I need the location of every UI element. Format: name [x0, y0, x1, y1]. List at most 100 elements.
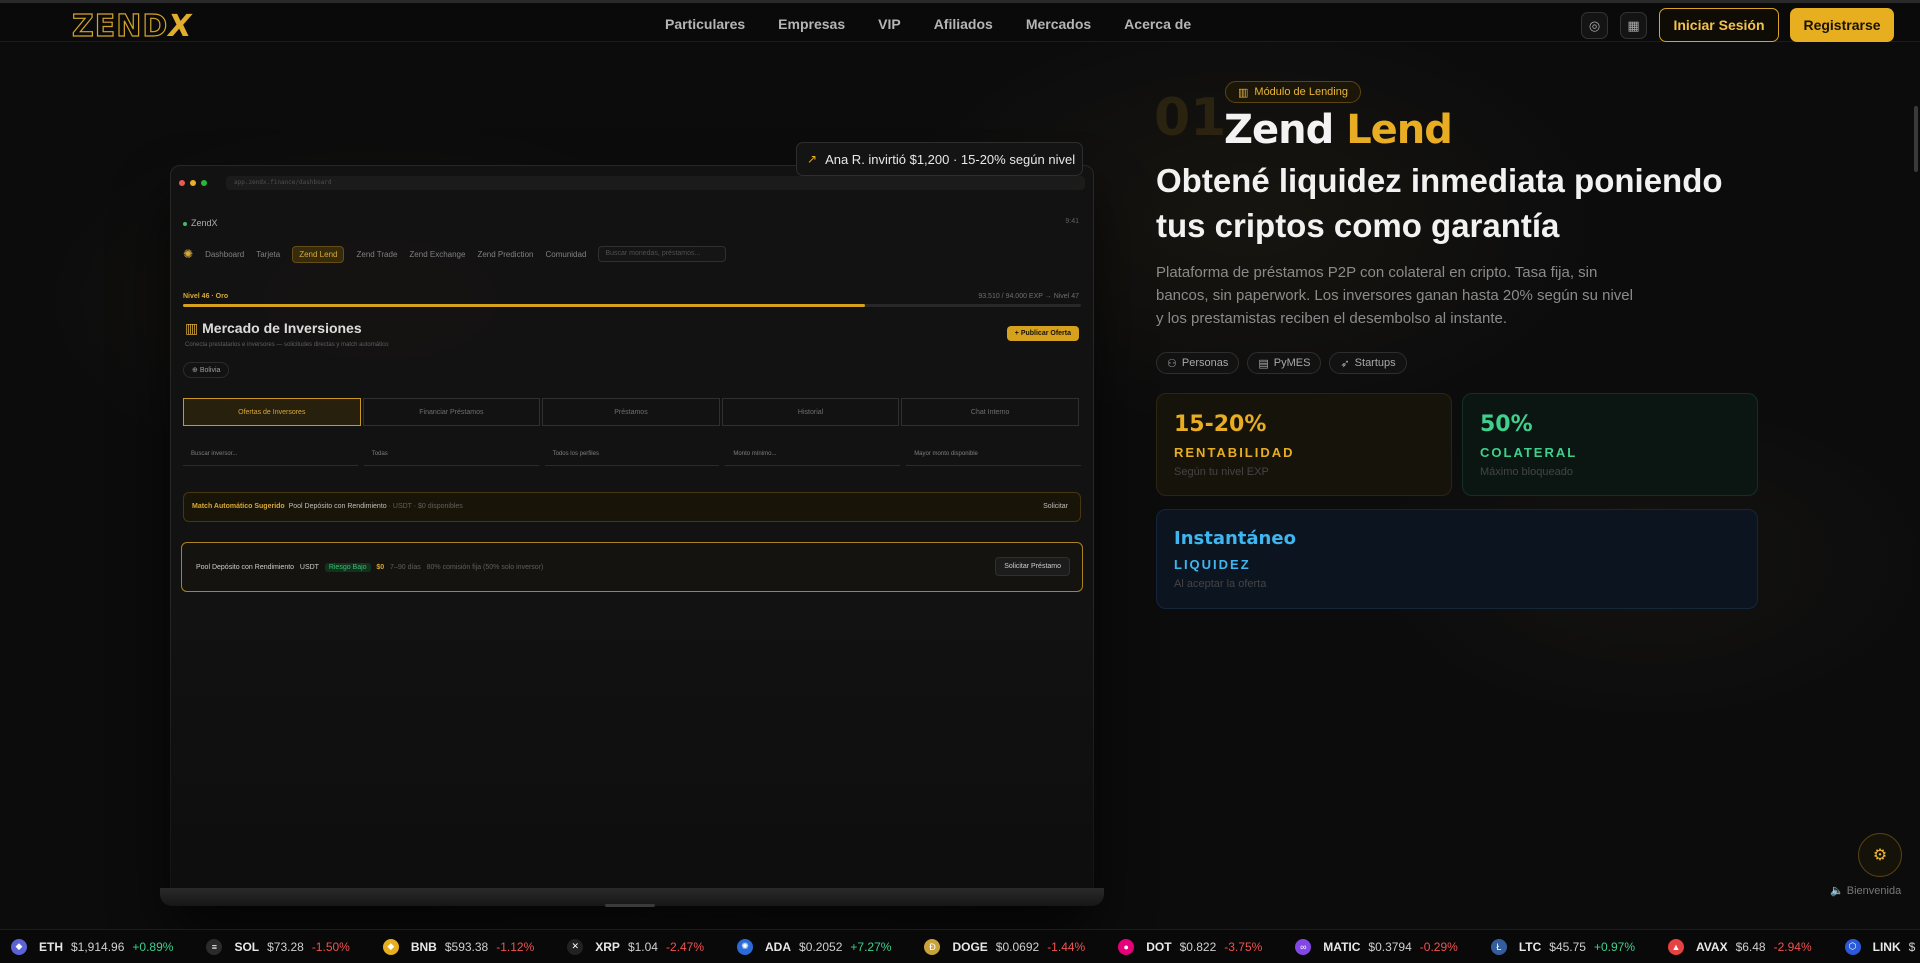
mock-brand: ZendX [183, 218, 218, 228]
top-navbar: ZENDX Particulares Empresas VIP Afiliado… [0, 0, 1920, 45]
ticker-item-bnb[interactable]: ◆ BNB $593.38 -1.12% [382, 938, 535, 955]
mock-nav-zend-lend: Zend Lend [292, 245, 345, 263]
stat-card-liquidez: Instantáneo LIQUIDEZ Al aceptar la ofert… [1156, 509, 1758, 609]
nav-mercados[interactable]: Mercados [1026, 16, 1091, 32]
ticker-symbol: ADA [765, 939, 792, 954]
ticker-price: $1,914.96 [71, 939, 125, 954]
ticker-item-doge[interactable]: Ð DOGE $0.0692 -1.44% [924, 938, 1085, 955]
globe-icon[interactable]: ◎ [1581, 12, 1608, 39]
ticker-price: $45.75 [1549, 939, 1586, 954]
minimize-dot-icon [190, 180, 196, 186]
ticker-symbol: ETH [39, 939, 63, 954]
mock-nav-zend-prediction: Zend Prediction [477, 249, 534, 259]
chip-startups[interactable]: ➶ Startups [1329, 352, 1407, 374]
ticker-item-avax[interactable]: ▲ AVAX $6.48 -2.94% [1668, 938, 1812, 955]
mock-tabs: Ofertas de Inversores Financiar Préstamo… [183, 398, 1081, 426]
ticker-change: +0.97% [1593, 939, 1636, 954]
ticker-item-ada[interactable]: ✺ ADA $0.2052 +7.27% [737, 938, 891, 955]
mock-tab: Historial [721, 398, 900, 426]
ticker-item-matic[interactable]: ∞ MATIC $0.3794 -0.29% [1295, 938, 1458, 955]
ticker-price: $6.48 [1735, 939, 1766, 954]
ticker-item-ltc[interactable]: Ł LTC $45.75 +0.97% [1490, 938, 1636, 955]
mock-filters: Buscar inversor... Todas Todos los perfi… [183, 446, 1081, 466]
ticker-symbol: SOL [234, 939, 260, 954]
mock-nav-zend-exchange: Zend Exchange [409, 249, 466, 259]
qr-icon[interactable]: ▦ [1620, 12, 1647, 39]
ticker-item-dot[interactable]: ● DOT $0.822 -3.75% [1118, 938, 1262, 955]
nav-acerca-de[interactable]: Acerca de [1124, 16, 1191, 32]
assistant-bot-button[interactable]: ⚙ [1858, 833, 1902, 877]
register-button[interactable]: Registrarse [1790, 8, 1894, 42]
ticker-price: $593.38 [444, 939, 489, 954]
mock-filter: Todas [363, 446, 539, 466]
ticker-price: $0.822 [1179, 939, 1217, 954]
stat-sub: Al aceptar la oferta [1174, 578, 1267, 590]
bank-icon: ▥ [185, 320, 199, 336]
ticker-change: -1.12% [496, 939, 535, 954]
bank-icon: ▥ [1238, 86, 1249, 99]
nav-particulares[interactable]: Particulares [665, 16, 745, 32]
ticker-price: $0.0692 [995, 939, 1040, 954]
stat-value: 50% [1480, 412, 1533, 437]
nav-vip[interactable]: VIP [878, 16, 901, 32]
mock-search: Buscar monedas, préstamos... [598, 246, 727, 262]
nav-afiliados[interactable]: Afiliados [934, 16, 993, 32]
ticker-symbol: AVAX [1696, 939, 1728, 954]
chip-pymes[interactable]: ▤ PyMES [1247, 352, 1322, 374]
mock-filter: Todos los perfiles [544, 446, 720, 466]
page-scrollbar[interactable] [1914, 106, 1918, 172]
ticker-item-xrp[interactable]: ✕ XRP $1.04 -2.47% [567, 938, 704, 955]
chip-personas[interactable]: ⚇ Personas [1156, 352, 1240, 374]
mock-level-progress: 93.510 / 94.000 EXP → Nivel 47 [978, 293, 1079, 300]
doge-coin-icon: Ð [924, 938, 941, 955]
mock-nav-dashboard: Dashboard [205, 249, 245, 259]
hero-headline: Obtené liquidez inmediata poniendo tus c… [1156, 162, 1723, 244]
zendx-logo[interactable]: ZENDX [71, 8, 192, 44]
ticker-symbol: LINK [1872, 939, 1901, 954]
ticker-change: -0.29% [1419, 939, 1458, 954]
mock-level-bar-fill [183, 304, 866, 307]
mock-tab: Ofertas de Inversores [183, 398, 361, 426]
mock-nav: ✺ Dashboard Tarjeta Zend Lend Zend Trade… [183, 244, 1081, 264]
ticker-item-eth[interactable]: ◆ ETH $1,914.96 +0.89% [11, 938, 173, 955]
ticker-item-link[interactable]: ⬡ LINK $ [1844, 938, 1920, 955]
ticker-price: $ [1908, 939, 1916, 954]
login-button[interactable]: Iniciar Sesión [1659, 8, 1779, 42]
maximize-dot-icon [201, 180, 207, 186]
ticker-symbol: DOGE [952, 939, 988, 954]
ltc-coin-icon: Ł [1490, 938, 1507, 955]
dot-coin-icon: ● [1118, 938, 1135, 955]
toast-text: Ana R. invirtió $1,200 · 15-20% según ni… [825, 151, 1076, 167]
mock-nav-zend-trade: Zend Trade [356, 249, 398, 259]
mock-filter: Buscar inversor... [183, 446, 358, 466]
nav-empresas[interactable]: Empresas [778, 16, 845, 32]
mock-level-bar [183, 304, 1081, 307]
eth-coin-icon: ◆ [11, 938, 27, 955]
mock-publish-button: + Publicar Oferta [1006, 326, 1079, 341]
mock-tab: Préstamos [542, 398, 720, 426]
ticker-symbol: MATIC [1323, 939, 1361, 954]
ticker-symbol: DOT [1146, 939, 1172, 954]
mock-title: ▥ Mercado de Inversiones [185, 320, 362, 336]
ticker-symbol: XRP [595, 939, 620, 954]
stat-sub: Máximo bloqueado [1480, 466, 1573, 478]
rocket-icon: ➶ [1340, 357, 1350, 370]
link-coin-icon: ⬡ [1844, 938, 1861, 955]
audience-chips: ⚇ Personas ▤ PyMES ➶ Startups [1156, 352, 1407, 374]
stat-value: Instantáneo [1174, 528, 1296, 549]
mock-nav-tarjeta: Tarjeta [256, 249, 281, 259]
hero-description: Plataforma de préstamos P2P con colatera… [1156, 264, 1633, 327]
ticker-symbol: BNB [410, 939, 437, 954]
sol-coin-icon: ≡ [206, 938, 223, 955]
ticker-price: $0.2052 [799, 939, 843, 954]
xrp-coin-icon: ✕ [567, 938, 584, 955]
section-index: 01 [1154, 88, 1227, 148]
ticker-item-sol[interactable]: ≡ SOL $73.28 -1.50% [206, 938, 350, 955]
stat-value: 15-20% [1174, 412, 1267, 437]
mock-fade-overlay [170, 600, 1094, 900]
mock-country: ⊕ Bolivia [183, 362, 230, 378]
mock-tab: Financiar Préstamos [362, 398, 541, 426]
ticker-price: $1.04 [627, 939, 658, 954]
trend-up-icon: ↗ [807, 152, 818, 166]
mock-level: Nivel 46 · Oro [183, 293, 229, 300]
